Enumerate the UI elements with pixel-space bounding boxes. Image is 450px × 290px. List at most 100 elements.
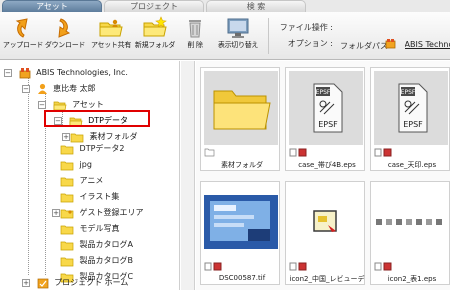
- tree-project-home[interactable]: + プロジェクト ホーム: [22, 275, 128, 290]
- tree-item-illust[interactable]: イラスト集: [60, 189, 119, 205]
- download-label: ダウンロード: [44, 41, 86, 49]
- tree-item-label: アニメ: [79, 176, 104, 185]
- tree-item-label: DTPデータ2: [79, 144, 125, 153]
- folder-icon: [60, 177, 74, 186]
- folder-icon: [60, 193, 74, 202]
- share-label: アセット共有: [90, 41, 132, 49]
- photo-thumbnail: [204, 195, 278, 249]
- org-icon: [19, 68, 30, 79]
- folder-icon: [60, 225, 74, 234]
- folder-icon: [60, 257, 74, 266]
- tree-item-guest[interactable]: + ゲスト登録エリア: [52, 205, 144, 221]
- asset-thumbnail: EPSF EPSF: [374, 71, 448, 145]
- svg-text:EPSF: EPSF: [401, 89, 416, 96]
- new-folder-button[interactable]: 新規フォルダ: [134, 14, 176, 58]
- upload-label: アップロード: [2, 41, 44, 49]
- asset-thumbnail: EPSF EPSF: [289, 71, 363, 145]
- expand-icon[interactable]: +: [22, 279, 30, 287]
- folder-tree: − ABIS Technologies, Inc. − 恵比寿 太郎 − アセッ…: [0, 61, 180, 290]
- asset-card[interactable]: 素材フォルダ: [200, 67, 280, 171]
- epsf-file-icon: EPSF EPSF: [398, 83, 428, 133]
- delete-button[interactable]: 削 除: [176, 14, 214, 58]
- folder-icon: [60, 241, 74, 250]
- tree-item-label: jpg: [79, 160, 92, 169]
- file-meta-icons: [289, 262, 307, 271]
- toolbar: アップロード ダウンロード アセット共有 新規フォルダ 削 除 表示切り替え フ…: [0, 12, 450, 60]
- tab-search[interactable]: 検 索: [206, 0, 306, 12]
- asset-card[interactable]: EPSF EPSF case_天印.eps: [370, 67, 450, 171]
- svg-text:EPSF: EPSF: [316, 89, 331, 96]
- tree-item-anime[interactable]: アニメ: [60, 173, 103, 189]
- tab-bar: アセット プロジェクト 検 索: [0, 0, 450, 12]
- asset-thumbnail: [374, 185, 448, 259]
- folder-icon: [60, 145, 74, 154]
- icon-strip-thumbnail: [376, 219, 442, 225]
- tree-root-label: ABIS Technologies, Inc.: [36, 68, 128, 77]
- asset-name: DSC00587.tif: [218, 274, 266, 282]
- tree-item-dtp2[interactable]: DTPデータ2: [60, 141, 125, 157]
- collapse-icon[interactable]: −: [4, 69, 12, 77]
- upload-button[interactable]: アップロード: [2, 14, 44, 58]
- toolbar-separator: [268, 18, 269, 54]
- asset-thumbnail: [289, 185, 363, 259]
- download-button[interactable]: ダウンロード: [44, 14, 86, 58]
- folder-path-label: フォルダパス: [340, 41, 388, 51]
- collapse-icon[interactable]: −: [38, 101, 46, 109]
- asset-card[interactable]: icon2_表1.eps: [370, 181, 450, 285]
- ops-labels: ファイル操作 : オプション :: [275, 20, 333, 52]
- tree-item-model[interactable]: モデル写真: [60, 221, 120, 237]
- tab-project[interactable]: プロジェクト: [104, 0, 204, 12]
- file-type-badge: EPSF: [318, 120, 338, 129]
- folder-path-value[interactable]: ABIS Technol: [405, 40, 450, 52]
- asset-name: icon2_表1.eps: [387, 275, 437, 283]
- download-icon: [58, 18, 71, 38]
- toggle-view-button[interactable]: 表示切り替え: [214, 14, 262, 58]
- tree-item-jpg[interactable]: jpg: [60, 157, 92, 173]
- new-folder-icon: [143, 16, 167, 37]
- shared-folder-icon: [60, 209, 74, 218]
- panel-splitter[interactable]: [181, 61, 195, 290]
- tree-line: [28, 77, 29, 275]
- file-meta-icons: [204, 262, 222, 271]
- tree-item-catalog-a[interactable]: 製品カタログA: [60, 237, 133, 253]
- folder-path: フォルダパス ABIS Technol: [340, 38, 450, 52]
- asset-name: case_帯び4B.eps: [298, 161, 356, 169]
- tab-asset-label: アセット: [36, 2, 68, 11]
- tree-project-home-label: プロジェクト ホーム: [54, 278, 129, 287]
- delete-label: 削 除: [187, 41, 203, 49]
- tree-item-catalog-b[interactable]: 製品カタログB: [60, 253, 133, 269]
- expand-icon[interactable]: +: [62, 133, 70, 141]
- file-meta-icons: [289, 148, 307, 157]
- expand-icon[interactable]: +: [52, 209, 60, 217]
- epsf-file-icon: EPSF EPSF: [313, 83, 343, 133]
- asset-card[interactable]: EPSF EPSF case_帯び4B.eps: [285, 67, 365, 171]
- options-label: オプション :: [287, 39, 333, 48]
- tree-root[interactable]: − ABIS Technologies, Inc.: [4, 65, 128, 81]
- share-button[interactable]: アセット共有: [90, 14, 132, 58]
- asset-name: 素材フォルダ: [221, 161, 263, 169]
- project-icon: [37, 278, 48, 289]
- folder-large-icon: [213, 90, 271, 130]
- user-icon: [37, 83, 47, 94]
- tree-asset-label: アセット: [72, 100, 104, 109]
- tab-asset[interactable]: アセット: [2, 0, 102, 12]
- new-folder-label: 新規フォルダ: [134, 41, 176, 49]
- view-toggle-icon: [227, 18, 249, 38]
- tree-item-label: ゲスト登録エリア: [79, 208, 144, 217]
- asset-card[interactable]: DSC00587.tif: [200, 181, 280, 285]
- folder-small-icon: [204, 148, 215, 157]
- file-type-badge: EPSF: [403, 120, 423, 129]
- share-folder-icon: [99, 19, 123, 37]
- asset-thumbnail: [204, 71, 278, 145]
- upload-icon: [15, 18, 28, 38]
- tab-search-label: 検 索: [246, 2, 266, 11]
- tree-user[interactable]: − 恵比寿 太郎: [22, 81, 96, 97]
- file-ops-label: ファイル操作 :: [279, 23, 333, 32]
- collapse-icon[interactable]: −: [22, 85, 30, 93]
- toggle-view-label: 表示切り替え: [217, 41, 259, 49]
- tree-item-label: 製品カタログB: [79, 256, 134, 265]
- tree-item-label: イラスト集: [79, 192, 120, 201]
- asset-card[interactable]: icon2_中国_レビューデ: [285, 181, 365, 285]
- org-icon: [385, 38, 396, 51]
- file-meta-icons: [374, 148, 392, 157]
